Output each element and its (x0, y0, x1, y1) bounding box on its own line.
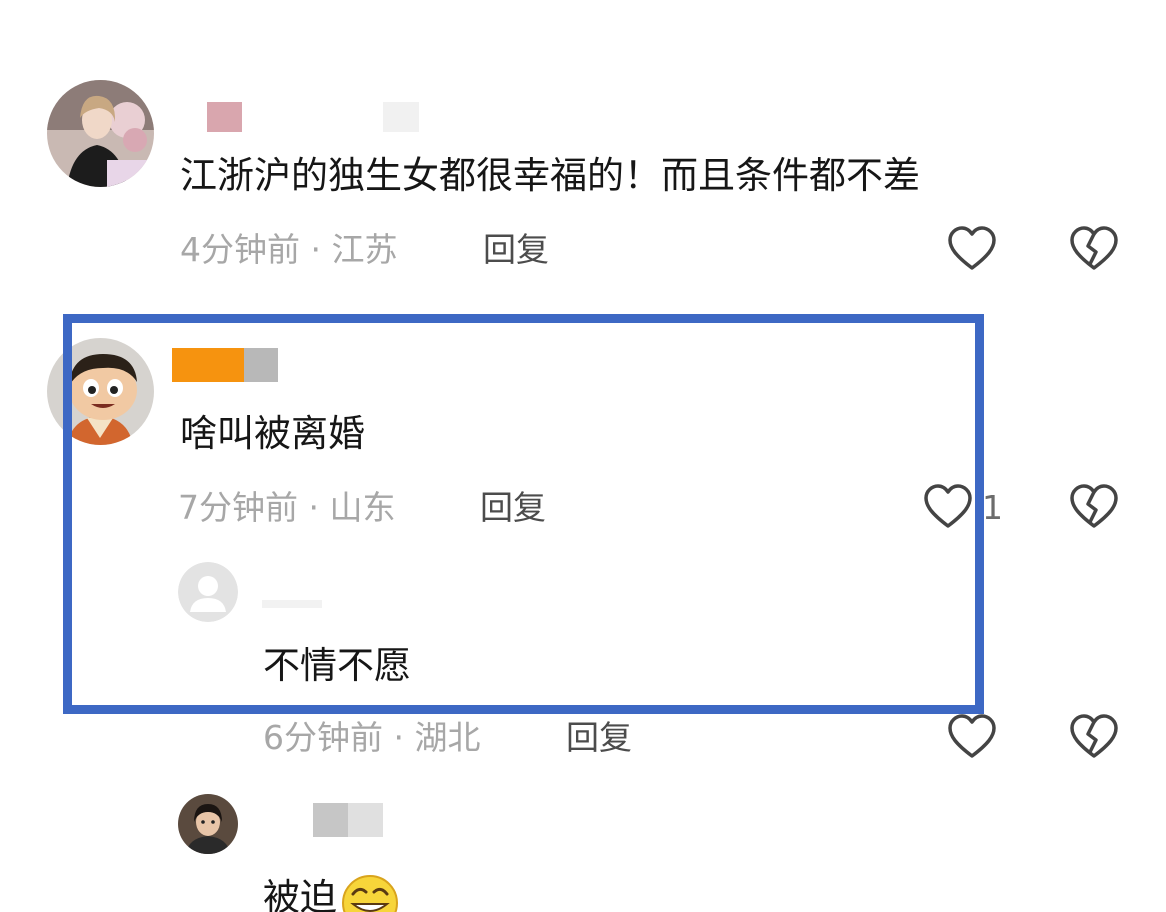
comment-location: 山东 (329, 488, 396, 527)
username-comment-1[interactable] (207, 102, 419, 132)
reply-time: 6分钟前 (263, 718, 383, 757)
reply-button[interactable]: 回复 (480, 488, 546, 528)
heart-icon (924, 484, 972, 528)
username-reply-2[interactable] (313, 803, 383, 837)
reply-button[interactable]: 回复 (483, 230, 549, 270)
reply-location: 湖北 (414, 718, 481, 757)
reply-text: 被迫 (263, 872, 401, 912)
reply-text: 不情不愿 (263, 644, 411, 687)
like-button[interactable] (946, 712, 998, 764)
dislike-button[interactable] (1068, 482, 1120, 534)
meta-separator: · (300, 230, 332, 269)
comment-text: 啥叫被离婚 (180, 412, 365, 455)
reply-meta: 6分钟前 · 湖北 (263, 718, 480, 758)
broken-heart-icon (1070, 226, 1118, 270)
comment-time: 4分钟前 (180, 230, 300, 269)
like-count: 1 (982, 488, 1003, 527)
broken-heart-icon (1070, 484, 1118, 528)
avatar-reply-2[interactable] (178, 794, 238, 854)
meta-separator: · (298, 488, 330, 527)
avatar-comment-2[interactable] (47, 338, 154, 445)
default-avatar-icon (178, 562, 238, 622)
comment-time: 7分钟前 (178, 488, 298, 527)
username-reply-1[interactable] (262, 600, 322, 608)
avatar-comment-1[interactable] (47, 80, 154, 187)
heart-icon (948, 714, 996, 758)
grinning-emoji-icon (339, 872, 401, 912)
meta-separator: · (383, 718, 415, 757)
dislike-button[interactable] (1068, 224, 1120, 276)
broken-heart-icon (1070, 714, 1118, 758)
like-button[interactable] (946, 224, 998, 276)
comment-list: 江浙沪的独生女都很幸福的！而且条件都不差 4分钟前 · 江苏 回复 啥叫被离婚 … (0, 0, 1166, 912)
reply-button[interactable]: 回复 (566, 718, 632, 758)
comment-meta: 4分钟前 · 江苏 (180, 230, 397, 270)
username-comment-2[interactable] (172, 348, 278, 382)
comment-location: 江苏 (331, 230, 398, 269)
comment-meta: 7分钟前 · 山东 (178, 488, 395, 528)
comment-text: 江浙沪的独生女都很幸福的！而且条件都不差 (180, 154, 920, 197)
heart-icon (948, 226, 996, 270)
avatar-reply-1[interactable] (178, 562, 238, 622)
like-button[interactable] (922, 482, 974, 534)
reply-text-content: 被迫 (263, 876, 337, 912)
dislike-button[interactable] (1068, 712, 1120, 764)
